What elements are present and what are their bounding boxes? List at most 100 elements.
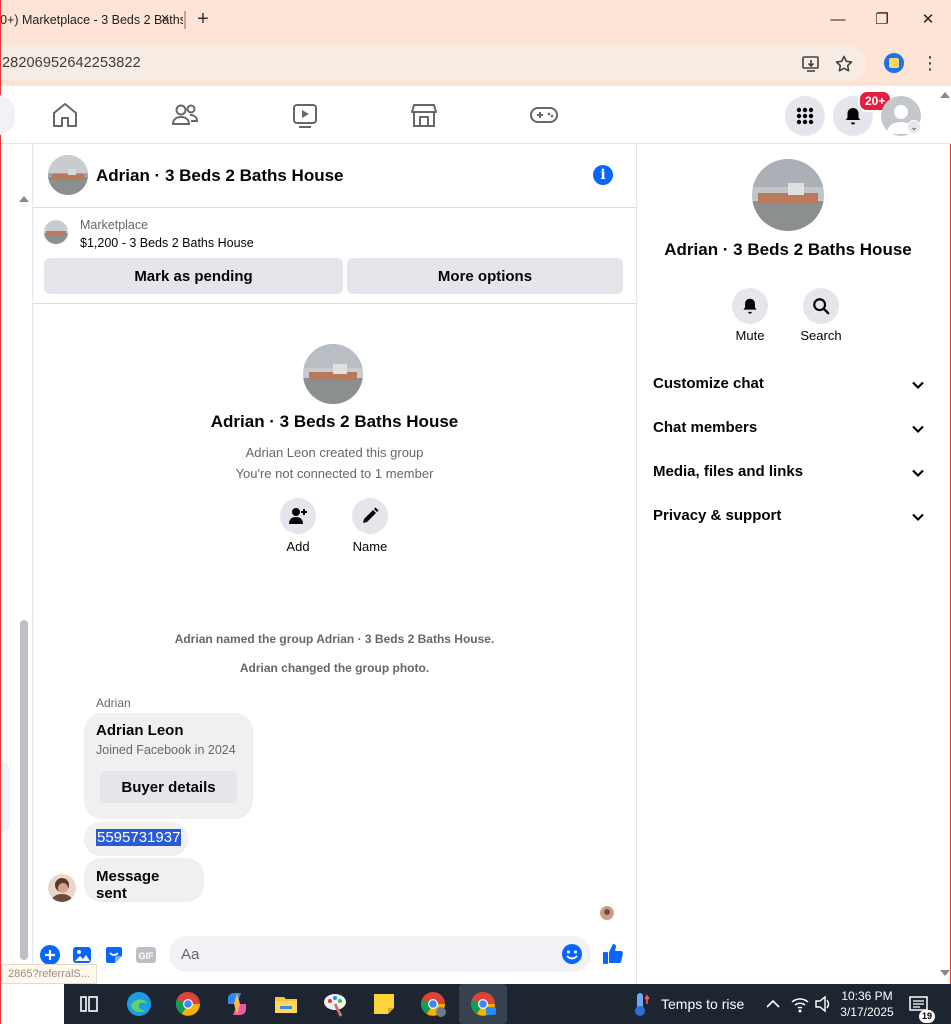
restore-button[interactable]: ❐ bbox=[871, 10, 893, 30]
thermometer-icon[interactable] bbox=[629, 990, 653, 1018]
grid-icon bbox=[796, 107, 814, 125]
plus-icon[interactable] bbox=[39, 944, 61, 966]
section-chat-members[interactable]: Chat members bbox=[653, 419, 925, 443]
section-privacy-support[interactable]: Privacy & support bbox=[653, 507, 925, 531]
windows-taskbar: Temps to rise 10:36 PM 3/17/2025 19 bbox=[1, 984, 951, 1024]
chevron-down-icon bbox=[912, 469, 924, 478]
install-app-icon[interactable] bbox=[801, 54, 821, 74]
message-bubble[interactable]: Message sent bbox=[84, 858, 204, 902]
home-icon[interactable] bbox=[50, 100, 80, 130]
section-label: Chat members bbox=[653, 419, 758, 436]
message-composer: GIF Aa bbox=[33, 934, 636, 984]
sender-avatar[interactable] bbox=[48, 874, 76, 902]
bell-icon bbox=[743, 298, 757, 314]
group-avatar[interactable] bbox=[48, 155, 88, 195]
page-scroll-up-icon[interactable] bbox=[940, 92, 950, 98]
chrome-profile-icon[interactable] bbox=[419, 990, 447, 1018]
address-bar-row: 28206952642253822 ⋮ bbox=[1, 40, 951, 86]
chat-list-item-stub[interactable] bbox=[1, 762, 10, 832]
search-button[interactable] bbox=[803, 288, 839, 324]
buyer-name: Adrian Leon bbox=[96, 722, 184, 739]
task-view-icon[interactable] bbox=[75, 990, 103, 1018]
volume-icon[interactable] bbox=[813, 990, 833, 1018]
group-intro-title: Adrian · 3 Beds 2 Baths House bbox=[210, 412, 459, 431]
taskbar-left-gap bbox=[1, 984, 64, 1024]
mute-button[interactable] bbox=[732, 288, 768, 324]
section-label: Customize chat bbox=[653, 375, 764, 392]
section-media-files-links[interactable]: Media, files and links bbox=[653, 463, 925, 487]
name-group-button[interactable] bbox=[352, 498, 388, 534]
buyer-details-button[interactable]: Buyer details bbox=[100, 771, 237, 803]
copilot-icon[interactable] bbox=[223, 990, 251, 1018]
chevron-down-icon[interactable]: ⌄ bbox=[907, 120, 921, 134]
gaming-icon[interactable] bbox=[529, 100, 559, 130]
group-photo bbox=[303, 344, 363, 404]
scrollbar-thumb[interactable] bbox=[20, 620, 28, 960]
name-label: Name bbox=[352, 539, 388, 554]
system-message: Adrian named the group Adrian · 3 Beds 2… bbox=[174, 632, 495, 646]
section-customize-chat[interactable]: Customize chat bbox=[653, 375, 925, 399]
browser-tab[interactable]: (20+) Marketplace - 3 Beds 2 Baths House bbox=[1, 0, 183, 40]
message-thread: Adrian · 3 Beds 2 Baths House Adrian Leo… bbox=[33, 304, 636, 934]
file-explorer-icon[interactable] bbox=[272, 990, 300, 1018]
menu-grid-button[interactable] bbox=[785, 96, 825, 136]
photo-icon[interactable] bbox=[71, 944, 93, 966]
sticky-notes-icon[interactable] bbox=[370, 990, 398, 1018]
chevron-up-icon[interactable] bbox=[763, 990, 783, 1018]
tab-close-icon[interactable]: × bbox=[157, 11, 173, 27]
clock[interactable]: 10:36 PM 3/17/2025 bbox=[837, 988, 897, 1020]
section-label: Media, files and links bbox=[653, 463, 804, 480]
panel-title: Adrian · 3 Beds 2 Baths House bbox=[664, 240, 912, 259]
scroll-up-arrow-icon[interactable] bbox=[19, 196, 29, 202]
chrome-active-icon[interactable] bbox=[469, 990, 497, 1018]
emoji-icon[interactable] bbox=[561, 943, 583, 965]
search-icon bbox=[813, 298, 830, 315]
minimize-button[interactable]: — bbox=[827, 10, 849, 30]
add-label: Add bbox=[286, 539, 310, 554]
listing-price-title[interactable]: $1,200 - 3 Beds 2 Baths House bbox=[80, 236, 254, 250]
sticker-icon[interactable] bbox=[103, 944, 125, 966]
extension-icon[interactable] bbox=[884, 53, 904, 73]
chevron-down-icon bbox=[912, 513, 924, 522]
seen-receipt-avatar bbox=[600, 906, 614, 920]
bookmark-star-icon[interactable] bbox=[834, 54, 854, 74]
message-input[interactable]: Aa bbox=[169, 936, 591, 972]
chat-info-panel: Adrian · 3 Beds 2 Baths House Mute Searc… bbox=[636, 144, 950, 984]
address-bar[interactable]: 28206952642253822 bbox=[1, 46, 867, 80]
new-tab-button[interactable]: + bbox=[193, 9, 213, 29]
tab-separator bbox=[184, 11, 186, 29]
notification-count-badge: 19 bbox=[919, 1010, 935, 1023]
sender-name: Adrian bbox=[96, 696, 131, 710]
marketplace-label: Marketplace bbox=[80, 218, 149, 232]
chat-header: Adrian · 3 Beds 2 Baths House i bbox=[33, 144, 636, 208]
paint-icon[interactable] bbox=[321, 990, 349, 1018]
marketplace-icon[interactable] bbox=[409, 100, 439, 130]
mute-label: Mute bbox=[735, 328, 765, 343]
address-url: 28206952642253822 bbox=[2, 55, 141, 71]
system-message: Adrian changed the group photo. bbox=[239, 661, 430, 675]
more-options-button[interactable]: More options bbox=[347, 258, 623, 294]
clock-time: 10:36 PM bbox=[841, 989, 893, 1003]
weather-text[interactable]: Temps to rise bbox=[661, 996, 744, 1012]
gif-label: GIF bbox=[139, 951, 155, 961]
page-scroll-down-icon[interactable] bbox=[940, 970, 950, 976]
section-label: Privacy & support bbox=[653, 507, 782, 524]
mark-as-pending-button[interactable]: Mark as pending bbox=[44, 258, 343, 294]
listing-thumbnail[interactable] bbox=[44, 220, 68, 244]
info-icon[interactable]: i bbox=[593, 165, 613, 185]
chrome-icon[interactable] bbox=[174, 990, 202, 1018]
browser-menu-icon[interactable]: ⋮ bbox=[921, 52, 939, 74]
status-bar-url: 2865?referralS... bbox=[1, 964, 97, 984]
message-bubble[interactable]: 5595731937 bbox=[84, 822, 188, 856]
watch-icon[interactable] bbox=[290, 100, 320, 130]
search-box[interactable] bbox=[0, 95, 15, 135]
thumbs-up-icon[interactable] bbox=[601, 942, 625, 966]
wifi-icon[interactable] bbox=[789, 990, 811, 1018]
clock-date: 3/17/2025 bbox=[840, 1005, 894, 1019]
chat-title[interactable]: Adrian · 3 Beds 2 Baths House bbox=[96, 166, 344, 186]
close-window-button[interactable]: ✕ bbox=[917, 10, 939, 30]
add-member-button[interactable] bbox=[280, 498, 316, 534]
edge-icon[interactable] bbox=[125, 990, 153, 1018]
gif-icon[interactable]: GIF bbox=[135, 944, 157, 966]
friends-icon[interactable] bbox=[170, 100, 200, 130]
